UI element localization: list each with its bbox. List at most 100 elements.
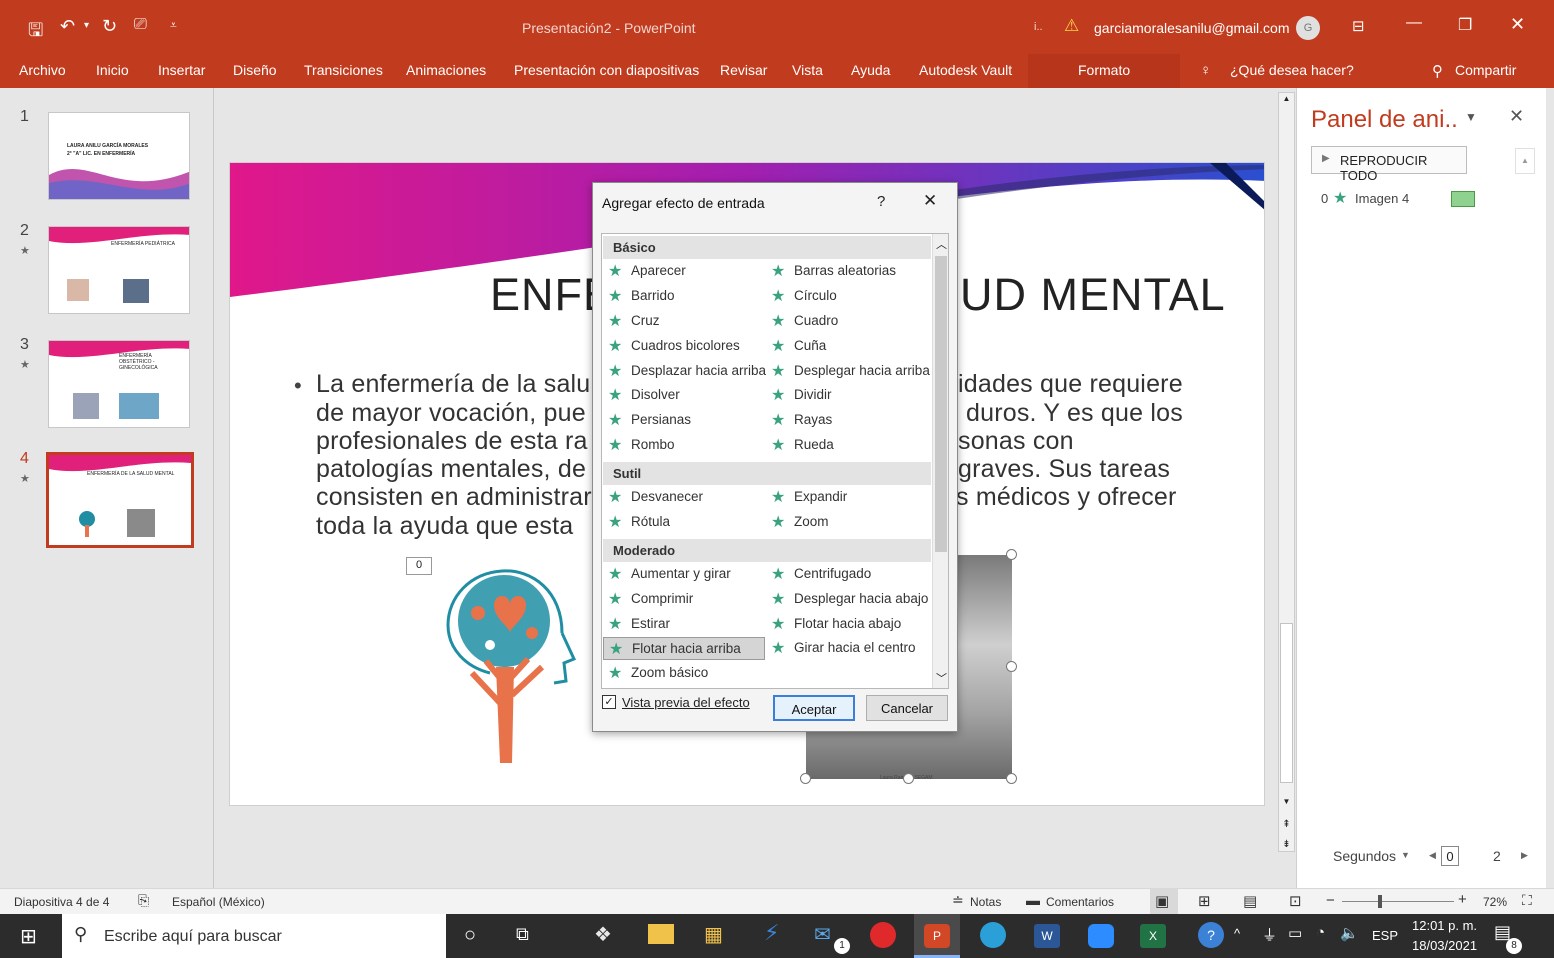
body-left-line-6[interactable]: toda la ayuda que esta (316, 512, 573, 541)
account-email[interactable]: garciamoralesanilu@gmail.com (1094, 20, 1290, 36)
move-up-icon[interactable]: ▲ (1515, 148, 1535, 174)
zoom-slider[interactable] (1342, 901, 1454, 902)
normal-view-icon[interactable]: ▣ (1155, 892, 1169, 910)
slideshow-view-icon[interactable]: ⊡ (1289, 892, 1302, 910)
resize-handle-bl[interactable] (800, 773, 811, 784)
body-right-line-1[interactable]: idades que requiere (958, 370, 1183, 399)
effect-item[interactable]: ★ Rayas (766, 409, 930, 432)
zoom-app-icon[interactable] (1088, 924, 1114, 948)
tab-ayuda[interactable]: Ayuda (851, 62, 890, 78)
tab-vista[interactable]: Vista (792, 62, 823, 78)
effect-item[interactable]: ★ Rueda (766, 434, 930, 457)
mail-icon[interactable]: ✉ (814, 922, 831, 947)
animation-order-tag[interactable]: 0 (406, 557, 432, 575)
resize-handle-tr[interactable] (1006, 549, 1017, 560)
cancel-button[interactable]: Cancelar (866, 695, 948, 721)
effect-item[interactable]: ★ Flotar hacia arriba (603, 637, 765, 661)
tab-insertar[interactable]: Insertar (158, 62, 205, 78)
effect-item[interactable]: ★ Rombo (603, 434, 765, 457)
ok-button[interactable]: Aceptar (773, 695, 855, 721)
effect-item[interactable]: ★ Cuadro (766, 310, 930, 333)
effect-item[interactable]: ★ Persianas (603, 409, 765, 432)
play-all-button[interactable]: ▶ REPRODUCIR TODO (1311, 146, 1467, 183)
undo-icon[interactable]: ↶ (60, 16, 75, 37)
body-left-line-3[interactable]: profesionales de esta ra (316, 427, 588, 456)
minimize-icon[interactable]: — (1406, 14, 1422, 32)
thumbnail-slide-1[interactable]: LAURA ANILU GARCÍA MORALES 2° "A" LIC. E… (48, 112, 190, 200)
tab-inicio[interactable]: Inicio (96, 62, 129, 78)
task-view-icon[interactable]: ⧉ (516, 924, 529, 945)
cortana-icon[interactable]: ○ (464, 924, 476, 947)
preview-label[interactable]: Vista previa del efecto (622, 695, 750, 710)
slideshow-start-icon[interactable]: ⎚ (134, 16, 147, 34)
preview-checkbox[interactable]: ✓ (602, 695, 616, 709)
timeline-right-icon[interactable]: ▶ (1521, 850, 1528, 861)
language-indicator[interactable]: Español (México) (172, 895, 265, 909)
fit-to-window-icon[interactable]: ⛶ (1522, 892, 1532, 909)
effect-item[interactable]: ★ Barrido (603, 285, 765, 308)
effect-item[interactable]: ★ Girar hacia el centro (766, 637, 930, 660)
effect-item[interactable]: ★ Expandir (766, 486, 930, 509)
zoom-slider-thumb[interactable] (1378, 895, 1382, 908)
body-left-line-4[interactable]: patologías mentales, de (316, 455, 586, 484)
effect-item[interactable]: ★ Barras aleatorias (766, 260, 930, 283)
slide-title-right[interactable]: UD MENTAL (960, 269, 1226, 321)
effect-item[interactable]: ★ Desplegar hacia arriba (766, 360, 930, 383)
store-icon[interactable]: ▦ (704, 922, 723, 947)
scroll-up-icon[interactable]: ▲ (1280, 94, 1293, 108)
opera-icon[interactable] (870, 922, 896, 948)
animation-item[interactable]: 0 ★ Imagen 4 (1311, 188, 1511, 210)
slide-vertical-scrollbar[interactable]: ▲ ▼ ⇞ ⇟ (1278, 92, 1295, 852)
thumbnail-slide-4[interactable]: ENFERMERÍA DE LA SALUD MENTAL (46, 452, 194, 548)
powerpoint-icon[interactable]: P (924, 924, 950, 948)
comments-button[interactable]: Comentarios (1046, 895, 1114, 909)
animation-timing-bar[interactable] (1451, 191, 1475, 207)
help-tray-icon[interactable]: ? (1198, 922, 1224, 948)
undo-dropdown-icon[interactable]: ▾ (84, 20, 89, 31)
accessibility-icon[interactable]: ⎘ (138, 892, 149, 909)
effect-item[interactable]: ★ Desvanecer (603, 486, 765, 509)
tray-language[interactable]: ESP (1372, 928, 1398, 943)
timeline-left-icon[interactable]: ◀ (1429, 850, 1436, 861)
zoom-out-icon[interactable]: − (1326, 892, 1335, 909)
edge-icon[interactable] (980, 922, 1006, 948)
tab-transiciones[interactable]: Transiciones (304, 62, 383, 78)
effect-item[interactable]: ★ Flotar hacia abajo (766, 613, 930, 636)
file-explorer-icon[interactable] (648, 924, 674, 944)
powershell-icon[interactable]: ⚡ (764, 920, 779, 946)
effect-item[interactable]: ★ Desplazar hacia arriba (603, 360, 766, 383)
battery-icon[interactable]: ▭ (1288, 924, 1302, 942)
zoom-in-icon[interactable]: + (1458, 891, 1467, 908)
effect-item[interactable]: ★ Rótula (603, 511, 765, 534)
effect-item[interactable]: ★ Dividir (766, 384, 930, 407)
next-slide-icon[interactable]: ⇟ (1280, 839, 1293, 850)
tray-time[interactable]: 12:01 p. m. (1412, 918, 1477, 933)
dialog-help-button[interactable]: ? (877, 193, 885, 210)
effect-item[interactable]: ★ Aumentar y girar (603, 563, 765, 586)
effect-item[interactable]: ★ Desplegar hacia abajo (766, 588, 930, 611)
effect-item[interactable]: ★ Comprimir (603, 588, 765, 611)
effect-item[interactable]: ★ Centrifugado (766, 563, 930, 586)
thumbnail-slide-2[interactable]: ENFERMERÍA PEDIÁTRICA (48, 226, 190, 314)
body-right-line-2[interactable]: duros. Y es que los (966, 399, 1183, 428)
thumbnail-slide-3[interactable]: ENFERMERÍA OBSTÉTRICO - GINECOLÓGICA (48, 340, 190, 428)
tab-formato[interactable]: Formato (1078, 62, 1130, 78)
effect-scroll-thumb[interactable] (935, 256, 947, 552)
excel-icon[interactable]: X (1140, 924, 1166, 948)
customize-qat-icon[interactable]: ⩡ (170, 18, 177, 33)
previous-slide-icon[interactable]: ⇞ (1280, 819, 1293, 830)
resize-handle-br[interactable] (1006, 773, 1017, 784)
body-left-line-1[interactable]: La enfermería de la salu (316, 370, 590, 399)
tab-revisar[interactable]: Revisar (720, 62, 767, 78)
share-button[interactable]: Compartir (1455, 62, 1516, 78)
body-right-line-4[interactable]: graves. Sus tareas (958, 455, 1170, 484)
tab-presentacion[interactable]: Presentación con diapositivas (514, 62, 699, 78)
volume-icon[interactable]: 🔈 (1340, 924, 1359, 942)
effect-scroll-down-icon[interactable]: ﹀ (936, 670, 947, 686)
effect-item[interactable]: ★ Cuña (766, 335, 930, 358)
effect-item[interactable]: ★ Cuadros bicolores (603, 335, 765, 358)
dropbox-icon[interactable]: ❖ (594, 922, 612, 947)
reading-view-icon[interactable]: ▤ (1243, 892, 1257, 910)
tab-autodesk-vault[interactable]: Autodesk Vault (919, 62, 1012, 78)
pane-close-icon[interactable]: ✕ (1509, 106, 1524, 127)
